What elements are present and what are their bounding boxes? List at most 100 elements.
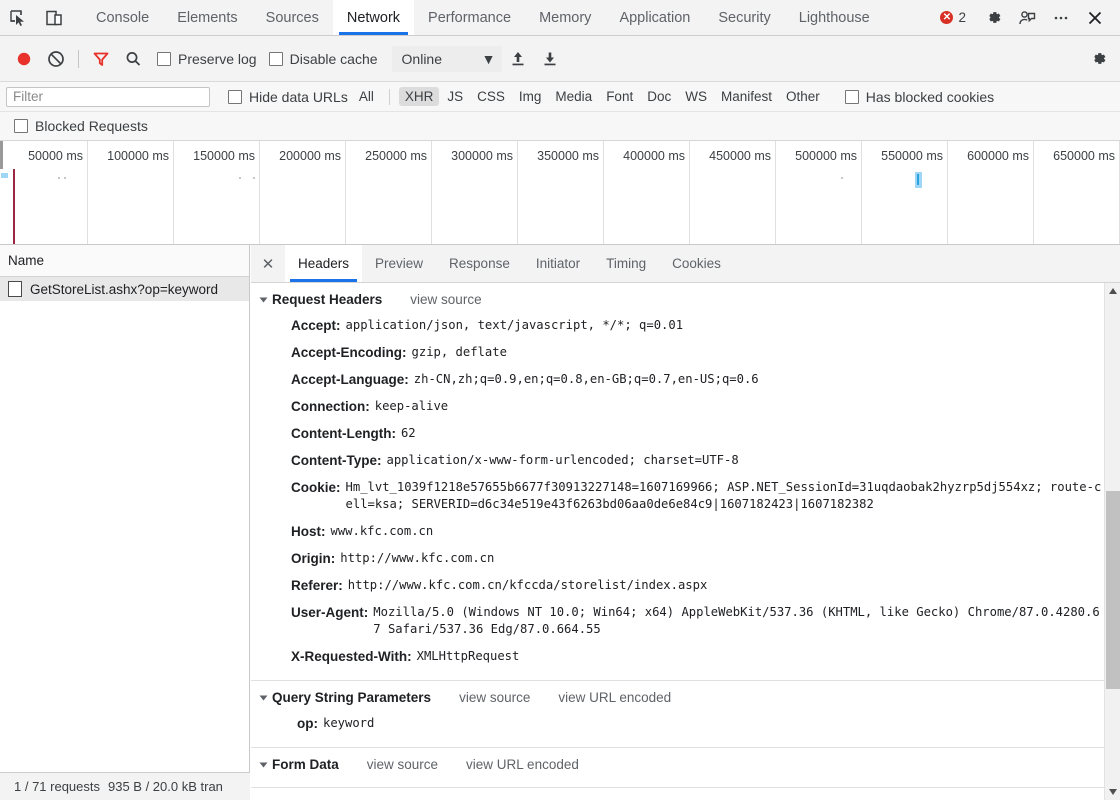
inspect-cursor-icon[interactable] bbox=[0, 0, 36, 35]
checkbox-box bbox=[844, 89, 859, 104]
has-blocked-cookies-label: Has blocked cookies bbox=[865, 88, 995, 105]
close-icon[interactable] bbox=[1078, 1, 1112, 35]
scrollbar-thumb[interactable] bbox=[1106, 491, 1120, 689]
scroll-down-arrow-icon[interactable] bbox=[1105, 784, 1120, 800]
export-har-icon[interactable] bbox=[534, 43, 566, 75]
tab-cookies[interactable]: Cookies bbox=[659, 245, 734, 282]
tab-network[interactable]: Network bbox=[332, 0, 415, 35]
tab-label: Network bbox=[346, 9, 401, 26]
header-row-content-type: Content-Type: application/x-www-form-url… bbox=[261, 447, 1104, 474]
chevron-down-icon[interactable] bbox=[259, 297, 268, 302]
filter-type-media[interactable]: Media bbox=[549, 87, 598, 106]
request-row-getstorelist[interactable]: GetStoreList.ashx?op=keyword bbox=[0, 277, 249, 301]
headers-content: Request Headers view source Accept: appl… bbox=[251, 283, 1104, 800]
filter-type-css[interactable]: CSS bbox=[471, 87, 511, 106]
filter-type-js[interactable]: JS bbox=[441, 87, 469, 106]
filter-type-manifest[interactable]: Manifest bbox=[715, 87, 778, 106]
filter-type-img[interactable]: Img bbox=[513, 87, 548, 106]
tab-security[interactable]: Security bbox=[704, 0, 784, 35]
view-source-link[interactable]: view source bbox=[459, 690, 530, 705]
tab-memory[interactable]: Memory bbox=[525, 0, 605, 35]
param-name: op: bbox=[297, 716, 318, 731]
request-list-column-header[interactable]: Name bbox=[0, 245, 249, 277]
filter-type-doc[interactable]: Doc bbox=[641, 87, 677, 106]
header-row-referer: Referer: http://www.kfc.com.cn/kfccda/st… bbox=[261, 572, 1104, 599]
overview-tick-label: 550000 ms bbox=[881, 149, 943, 163]
overview-tick: 450000 ms bbox=[690, 141, 776, 244]
preserve-log-label: Preserve log bbox=[178, 50, 257, 67]
record-button[interactable] bbox=[8, 43, 40, 75]
section-query-string-parameters: Query String Parameters view source view… bbox=[251, 681, 1104, 748]
overview-tick-label: 100000 ms bbox=[107, 149, 169, 163]
tab-sources[interactable]: Sources bbox=[252, 0, 333, 35]
section-header-row[interactable]: Form Data view source view URL encoded bbox=[259, 754, 1104, 777]
header-name: Cookie: bbox=[291, 480, 341, 495]
filter-type-all[interactable]: All bbox=[353, 87, 380, 106]
tab-headers[interactable]: Headers bbox=[285, 245, 363, 282]
header-name: Accept: bbox=[291, 318, 341, 333]
throttling-select[interactable]: Online ▼ bbox=[391, 45, 502, 72]
tab-lighthouse[interactable]: Lighthouse bbox=[785, 0, 884, 35]
tab-preview[interactable]: Preview bbox=[362, 245, 436, 282]
chevron-down-icon[interactable] bbox=[259, 695, 268, 700]
checkbox-box bbox=[14, 119, 28, 133]
filter-input[interactable] bbox=[6, 86, 210, 107]
disable-cache-checkbox[interactable]: Disable cache bbox=[268, 51, 378, 67]
blocked-requests-checkbox[interactable]: Blocked Requests bbox=[14, 118, 148, 134]
tab-console[interactable]: Console bbox=[82, 0, 163, 35]
device-toolbar-icon[interactable] bbox=[36, 0, 72, 35]
overview-left-handle[interactable] bbox=[0, 141, 3, 169]
header-name: Content-Type: bbox=[291, 453, 382, 468]
header-value: www.kfc.com.cn bbox=[330, 524, 434, 538]
section-header-row[interactable]: Query String Parameters view source view… bbox=[259, 687, 1104, 710]
header-row-origin: Origin: http://www.kfc.com.cn bbox=[261, 545, 1104, 572]
import-har-icon[interactable] bbox=[502, 43, 534, 75]
detail-vertical-scrollbar[interactable] bbox=[1104, 283, 1120, 800]
network-overview-timeline[interactable]: 50000 ms 100000 ms 150000 ms 200000 ms 2… bbox=[0, 141, 1120, 245]
header-name: Origin: bbox=[291, 551, 336, 566]
more-options-icon[interactable] bbox=[1044, 1, 1078, 35]
view-source-link[interactable]: view source bbox=[410, 292, 481, 307]
network-settings-gear-icon[interactable] bbox=[1082, 43, 1114, 75]
overview-tick: 650000 ms bbox=[1034, 141, 1120, 244]
error-count-badge[interactable]: ✕ 2 bbox=[940, 10, 966, 25]
filter-type-other[interactable]: Other bbox=[780, 87, 826, 106]
overview-ruler: 50000 ms 100000 ms 150000 ms 200000 ms 2… bbox=[0, 141, 1120, 244]
section-header-row[interactable]: Request Headers view source bbox=[259, 289, 1104, 312]
view-url-encoded-link[interactable]: view URL encoded bbox=[466, 757, 579, 772]
checkbox-box bbox=[157, 51, 171, 66]
has-blocked-cookies-checkbox[interactable]: Has blocked cookies bbox=[844, 88, 995, 105]
search-icon[interactable] bbox=[117, 43, 149, 75]
chevron-down-icon[interactable] bbox=[259, 762, 268, 767]
filter-type-ws[interactable]: WS bbox=[679, 87, 713, 106]
hide-data-urls-checkbox[interactable]: Hide data URLs bbox=[228, 89, 348, 105]
scroll-up-arrow-icon[interactable] bbox=[1105, 283, 1120, 299]
preserve-log-checkbox[interactable]: Preserve log bbox=[157, 51, 257, 67]
devtools-main-tabbar: Console Elements Sources Network Perform… bbox=[0, 0, 1120, 36]
filter-type-xhr[interactable]: XHR bbox=[398, 87, 440, 106]
section-title: Form Data bbox=[272, 757, 339, 772]
close-detail-icon[interactable]: ✕ bbox=[251, 245, 285, 282]
overview-load-event-line bbox=[13, 169, 15, 244]
view-source-link[interactable]: view source bbox=[367, 757, 438, 772]
tab-initiator[interactable]: Initiator bbox=[523, 245, 593, 282]
feedback-person-icon[interactable] bbox=[1010, 1, 1044, 35]
tab-elements[interactable]: Elements bbox=[163, 0, 251, 35]
overview-request-dot bbox=[58, 177, 60, 179]
tab-performance[interactable]: Performance bbox=[414, 0, 525, 35]
header-row-content-length: Content-Length: 62 bbox=[261, 420, 1104, 447]
tab-application[interactable]: Application bbox=[605, 0, 704, 35]
tab-label: Memory bbox=[539, 9, 592, 26]
header-row-accept: Accept: application/json, text/javascrip… bbox=[261, 312, 1104, 339]
filter-type-font[interactable]: Font bbox=[600, 87, 639, 106]
clear-icon[interactable] bbox=[40, 43, 72, 75]
view-url-encoded-link[interactable]: view URL encoded bbox=[558, 690, 671, 705]
overview-tick: 550000 ms bbox=[862, 141, 948, 244]
tab-response[interactable]: Response bbox=[436, 245, 523, 282]
tab-timing[interactable]: Timing bbox=[593, 245, 659, 282]
gear-icon[interactable] bbox=[976, 1, 1010, 35]
overview-tick: 600000 ms bbox=[948, 141, 1034, 244]
filter-icon[interactable] bbox=[85, 43, 117, 75]
header-name: Referer: bbox=[291, 578, 343, 593]
blocked-requests-label: Blocked Requests bbox=[35, 118, 148, 134]
